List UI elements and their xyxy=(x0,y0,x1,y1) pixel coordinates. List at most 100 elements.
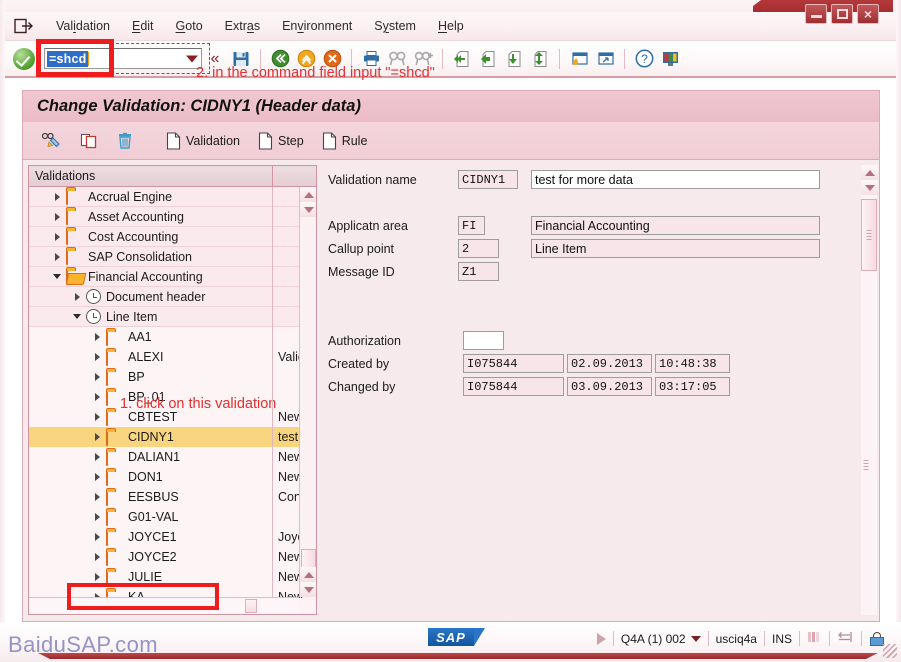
triangle-right-icon[interactable] xyxy=(91,553,103,561)
triangle-right-icon[interactable] xyxy=(91,433,103,441)
callup-point-row: Callup point 2 Line Item xyxy=(328,239,820,258)
create-shortcut-icon[interactable] xyxy=(592,47,618,71)
triangle-right-icon[interactable] xyxy=(51,212,63,221)
triangle-right-icon[interactable] xyxy=(71,292,83,301)
folder-icon xyxy=(106,529,123,546)
scroll-up-button-bottom[interactable] xyxy=(300,567,316,582)
triangle-right-icon[interactable] xyxy=(91,533,103,541)
authorization-field[interactable] xyxy=(463,331,504,350)
folder-icon xyxy=(106,409,123,426)
previous-page-icon[interactable] xyxy=(475,47,501,71)
delete-button[interactable] xyxy=(109,128,141,154)
menu-item-system[interactable]: System xyxy=(363,16,427,36)
triangle-right-icon[interactable] xyxy=(51,232,63,241)
step-button[interactable]: Step xyxy=(251,128,311,154)
folder-body xyxy=(106,529,108,546)
triangle-right-icon[interactable] xyxy=(91,473,103,481)
tree-horizontal-scrollbar[interactable] xyxy=(29,597,299,614)
tree-column-separator xyxy=(272,187,273,598)
created-by-user-field: I075844 xyxy=(463,354,564,373)
triangle-right-icon[interactable] xyxy=(91,393,103,401)
tree-row-label: JULIE xyxy=(128,570,163,584)
status-separator xyxy=(829,631,830,646)
validation-name-label: Validation name xyxy=(328,172,417,187)
next-page-icon[interactable] xyxy=(501,47,527,71)
application-area-key-field[interactable]: FI xyxy=(458,216,485,235)
folder-icon xyxy=(106,429,123,446)
menu-item-goto[interactable]: Goto xyxy=(165,16,214,36)
folder-icon xyxy=(106,569,123,586)
menu-item-extras[interactable]: Extras xyxy=(214,16,271,36)
help-icon[interactable]: ? xyxy=(631,47,657,71)
exit-icon[interactable] xyxy=(13,17,35,35)
triangle-right-icon[interactable] xyxy=(91,453,103,461)
validation-button[interactable]: Validation xyxy=(159,128,247,154)
page-title: Change Validation: CIDNY1 (Header data) xyxy=(37,97,361,115)
delete-icon xyxy=(119,132,131,149)
customize-local-layout-icon[interactable] xyxy=(657,47,683,71)
maximize-icon xyxy=(837,9,848,19)
chevron-down-icon[interactable] xyxy=(186,55,198,62)
chevron-down-icon[interactable] xyxy=(690,635,701,642)
close-button[interactable]: × xyxy=(857,4,879,24)
triangle-down-icon[interactable] xyxy=(71,314,83,319)
menu-item-validation[interactable]: Validation xyxy=(45,16,121,36)
triangle-right-icon[interactable] xyxy=(91,373,103,381)
folder-icon xyxy=(66,189,83,205)
menu-item-environment[interactable]: Environment xyxy=(271,16,363,36)
callup-point-label: Callup point xyxy=(328,241,395,256)
folder-body xyxy=(66,229,68,245)
triangle-right-icon[interactable] xyxy=(91,493,103,501)
copy-button[interactable] xyxy=(73,128,105,154)
rule-button[interactable]: Rule xyxy=(315,128,375,154)
callup-point-key-field[interactable]: 2 xyxy=(458,239,499,258)
display-change-icon xyxy=(41,132,60,147)
message-id-key-field[interactable]: Z1 xyxy=(458,262,499,281)
triangle-right-icon[interactable] xyxy=(91,513,103,521)
minimize-button[interactable] xyxy=(805,4,827,24)
folder-body xyxy=(106,349,108,366)
resize-grip[interactable] xyxy=(883,644,897,658)
tree-row-label: Line Item xyxy=(106,309,158,324)
tree-row-label: AA1 xyxy=(128,330,152,344)
triangle-right-icon[interactable] xyxy=(91,413,103,421)
tree-row-label: ALEXI xyxy=(128,350,164,364)
create-session-icon[interactable] xyxy=(566,47,592,71)
tree-row-label: JOYCE1 xyxy=(128,530,177,544)
triangle-right-icon[interactable] xyxy=(91,353,103,361)
command-field[interactable]: =shcd xyxy=(44,48,202,69)
tree-rows[interactable]: Accrual Engine Asset Accounting Cost Accou… xyxy=(29,187,316,598)
enter-button[interactable] xyxy=(13,47,35,70)
scroll-up-button[interactable] xyxy=(300,187,316,202)
status-separator xyxy=(799,631,800,646)
scroll-down-button-bottom[interactable] xyxy=(300,582,316,597)
expander-glyph xyxy=(94,333,100,341)
validation-name-text-field[interactable]: test for more data xyxy=(531,170,820,189)
validation-name-key-field[interactable]: CIDNY1 xyxy=(458,170,518,189)
triangle-right-icon[interactable] xyxy=(51,252,63,261)
first-page-icon[interactable] xyxy=(449,47,475,71)
window-controls: × xyxy=(805,4,879,24)
triangle-down-icon[interactable] xyxy=(51,274,63,279)
scroll-down-button[interactable] xyxy=(300,202,316,217)
folder-icon xyxy=(106,549,123,566)
status-separator xyxy=(861,631,862,646)
status-insert-mode[interactable]: INS xyxy=(772,632,792,646)
folder-icon xyxy=(106,329,123,346)
folder-icon xyxy=(106,469,123,486)
chevron-down-icon xyxy=(303,206,314,213)
content-panel: Validations Accrual Engine Asset Accounti… xyxy=(22,160,880,622)
triangle-right-icon[interactable] xyxy=(91,573,103,581)
triangle-right-icon[interactable] xyxy=(91,333,103,341)
horizontal-scroll-thumb[interactable] xyxy=(245,599,257,613)
expander-glyph xyxy=(94,393,100,401)
menu-item-help[interactable]: Help xyxy=(427,16,475,36)
maximize-button[interactable] xyxy=(831,4,853,24)
tree-vertical-scrollbar[interactable] xyxy=(299,187,316,597)
minimize-icon xyxy=(811,15,822,18)
menu-item-edit[interactable]: Edit xyxy=(121,16,165,36)
data-transfer-icon xyxy=(807,630,822,647)
display-change-button[interactable] xyxy=(33,128,69,154)
triangle-right-icon[interactable] xyxy=(51,192,63,201)
last-page-icon[interactable] xyxy=(527,47,553,71)
